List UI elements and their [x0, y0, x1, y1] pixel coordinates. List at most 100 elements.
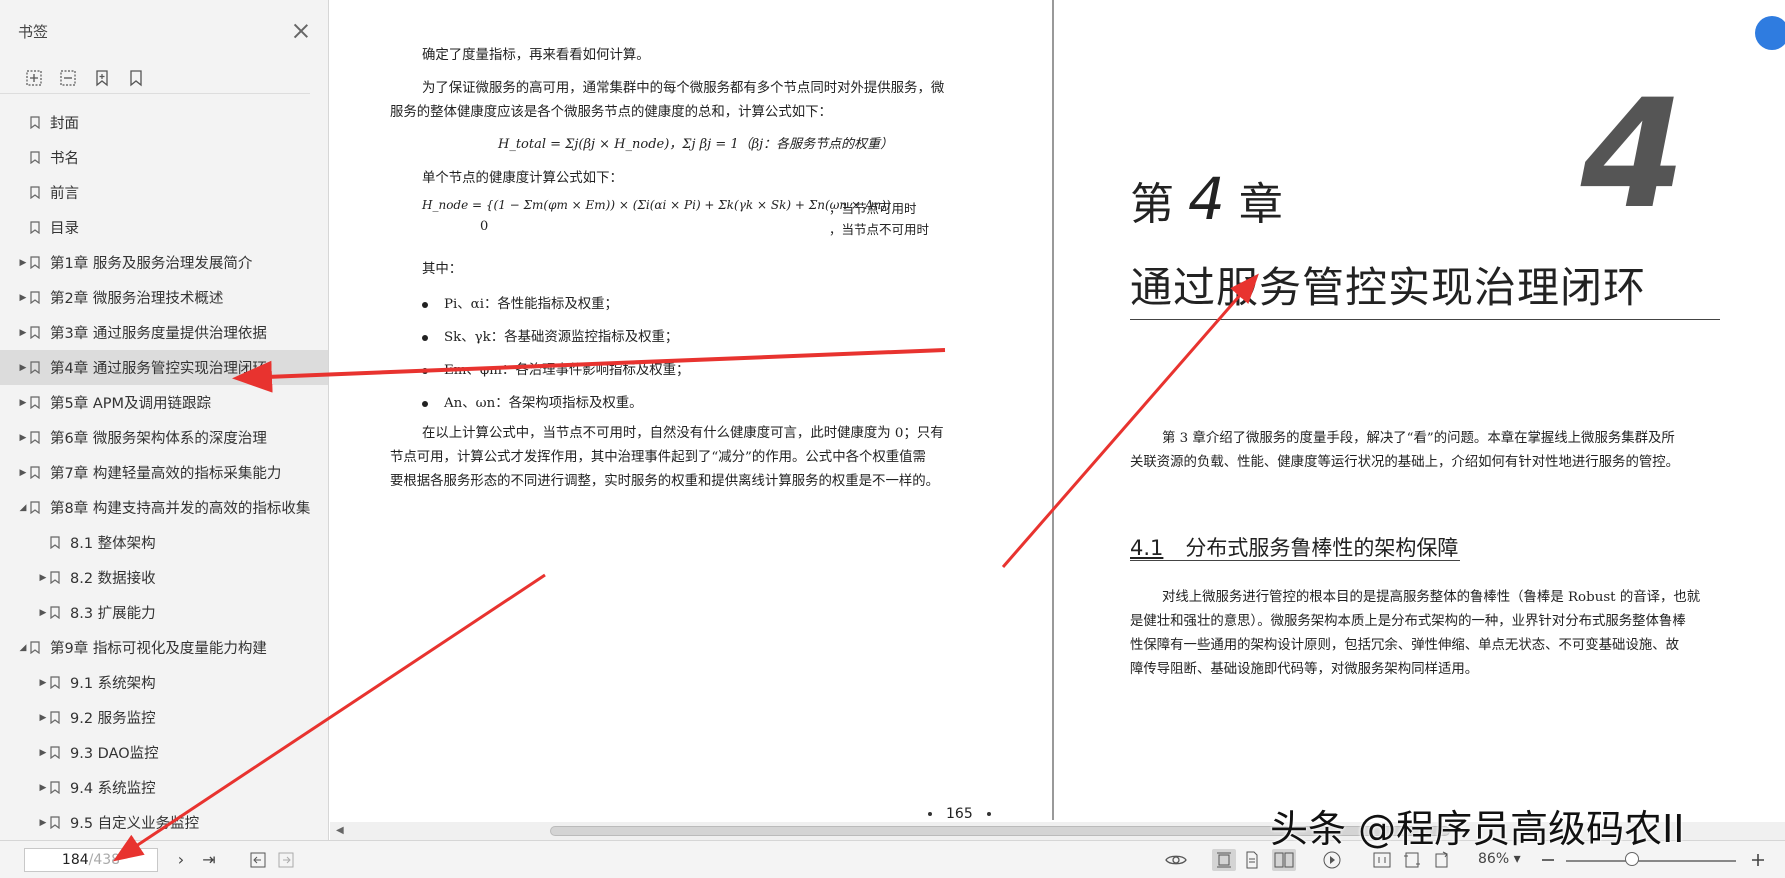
bookmark-item[interactable]: ▶ 第6章 微服务架构体系的深度治理 — [0, 420, 328, 455]
bookmark-label: 9.5 自定义业务监控 — [70, 816, 200, 832]
bookmark-label: 第1章 服务及服务治理发展简介 — [50, 256, 253, 272]
add-bookmark-icon[interactable] — [92, 68, 112, 88]
bookmark-label: 书名 — [50, 151, 79, 167]
document-viewport[interactable]: 确定了度量指标，再来看看如何计算。 为了保证微服务的高可用，通常集群中的每个微服… — [330, 0, 1785, 822]
paragraph: 关联资源的负载、性能、健康度等运行状况的基础上，介绍如何有针对性地进行服务的管控… — [1130, 455, 1680, 470]
paragraph: 第 3 章介绍了微服务的度量手段，解决了“看”的问题。本章在掌握线上微服务集群及… — [1162, 431, 1675, 446]
bookmark-item[interactable]: ▶ 8.3 扩展能力 — [0, 595, 328, 630]
bookmark-item[interactable]: ◢ 第9章 指标可视化及度量能力构建 — [0, 630, 328, 665]
bookmark-item[interactable]: ▶ 9.5 自定义业务监控 — [0, 805, 328, 840]
bookmark-item[interactable]: ▶ 第1章 服务及服务治理发展简介 — [0, 245, 328, 280]
bookmark-item[interactable]: ▶ 第3章 通过服务度量提供治理依据 — [0, 315, 328, 350]
bookmark-label: 目录 — [50, 221, 79, 237]
eye-icon[interactable] — [1164, 849, 1188, 871]
caret-right-icon[interactable]: ▶ — [16, 328, 30, 338]
bookmark-label: 第4章 通过服务管控实现治理闭环 — [50, 361, 267, 377]
divider — [1130, 560, 1460, 561]
bookmark-icon — [50, 781, 60, 795]
bookmark-icon — [30, 361, 40, 375]
bookmark-label: 第8章 构建支持高并发的高效的指标收集 — [50, 501, 311, 517]
caret-right-icon[interactable]: ▶ — [36, 783, 50, 793]
page-number: 165 — [914, 806, 1005, 822]
bookmark-label: 第9章 指标可视化及度量能力构建 — [50, 641, 267, 657]
bookmark-icon[interactable] — [126, 68, 146, 88]
bookmark-item[interactable]: ▶ 第5章 APM及调用链跟踪 — [0, 385, 328, 420]
caret-right-icon[interactable]: ▶ — [36, 678, 50, 688]
caret-right-icon[interactable]: ▶ — [16, 363, 30, 373]
caret-right-icon[interactable]: ▶ — [16, 258, 30, 268]
expand-all-icon[interactable] — [24, 68, 44, 88]
bookmark-item[interactable]: ▶ 8.2 数据接收 — [0, 560, 328, 595]
bookmark-panel: 书签 封面 书名 前言 目录 ▶ 第1章 服务及服务治理发展简介 ▶ 第2章 微服务治理技术概… — [0, 0, 329, 840]
forward-icon[interactable] — [274, 849, 298, 871]
zoom-level-dropdown[interactable]: 86% ▾ — [1478, 851, 1521, 867]
bookmark-icon — [50, 816, 60, 830]
chapter-label: 第 4 章 — [1130, 165, 1283, 233]
formula-condition: ，当节点不可用时 — [829, 222, 930, 237]
bookmark-list: 封面 书名 前言 目录 ▶ 第1章 服务及服务治理发展简介 ▶ 第2章 微服务治理技术概述 ▶ 第… — [0, 105, 328, 840]
caret-down-icon[interactable]: ◢ — [16, 503, 30, 513]
bookmark-item[interactable]: 封面 — [0, 105, 328, 140]
caret-down-icon[interactable]: ◢ — [16, 643, 30, 653]
paragraph: 要根据各服务形态的不同进行调整，实时服务的权重和提供离线计算服务的权重是不一样的… — [390, 474, 940, 489]
collapse-all-icon[interactable] — [58, 68, 78, 88]
bookmark-item[interactable]: ▶ 9.2 服务监控 — [0, 700, 328, 735]
single-page-view-icon[interactable] — [1212, 849, 1236, 871]
next-page-icon[interactable]: › — [170, 849, 192, 871]
caret-right-icon[interactable]: ▶ — [36, 573, 50, 583]
bookmark-item[interactable]: ◢ 第8章 构建支持高并发的高效的指标收集 — [0, 490, 328, 525]
zoom-slider-handle[interactable] — [1625, 852, 1640, 866]
bookmark-icon — [30, 186, 40, 200]
bookmark-label: 第5章 APM及调用链跟踪 — [50, 396, 212, 412]
bookmark-item[interactable]: 书名 — [0, 140, 328, 175]
bookmark-label: 第2章 微服务治理技术概述 — [50, 291, 224, 307]
page-number-input[interactable]: 184/438 — [24, 848, 158, 872]
bookmark-icon — [30, 326, 40, 340]
bookmark-item[interactable]: 前言 — [0, 175, 328, 210]
close-icon[interactable] — [292, 22, 310, 40]
formula-condition: ，当节点可用时 — [829, 201, 917, 216]
caret-right-icon[interactable]: ▶ — [16, 398, 30, 408]
paragraph: 性保障有一些通用的架构设计原则，包括冗余、弹性伸缩、单点无状态、不可变基础设施、… — [1130, 638, 1680, 653]
chapter-title: 通过服务管控实现治理闭环 — [1130, 263, 1647, 312]
caret-right-icon[interactable]: ▶ — [36, 748, 50, 758]
bookmark-label: 8.2 数据接收 — [70, 571, 156, 587]
continuous-page-view-icon[interactable] — [1240, 849, 1264, 871]
chapter-big-number: 4 — [1580, 68, 1685, 242]
list-item: An、ωn：各架构项指标及权重。 — [422, 391, 643, 411]
bookmark-icon — [30, 151, 40, 165]
bookmark-label: 前言 — [50, 186, 79, 202]
caret-right-icon[interactable]: ▶ — [36, 818, 50, 828]
zoom-slider-track[interactable] — [1566, 860, 1736, 862]
bookmark-label: 9.2 服务监控 — [70, 711, 156, 727]
back-icon[interactable] — [246, 849, 270, 871]
caret-right-icon[interactable]: ▶ — [16, 468, 30, 478]
bookmark-item[interactable]: 8.1 整体架构 — [0, 525, 328, 560]
paragraph: 节点可用，计算公式才发挥作用，其中治理事件起到了“减分”的作用。公式中各个权重值… — [390, 450, 926, 465]
caret-right-icon[interactable]: ▶ — [16, 433, 30, 443]
bookmark-item[interactable]: ▶ 9.4 系统监控 — [0, 770, 328, 805]
bookmark-item[interactable]: ▶ 第4章 通过服务管控实现治理闭环 — [0, 350, 328, 385]
caret-right-icon[interactable]: ▶ — [36, 713, 50, 723]
paragraph: 对线上微服务进行管控的根本目的是提高服务整体的鲁棒性（鲁棒是 Robust 的音… — [1162, 590, 1701, 605]
last-page-icon[interactable]: ⇥ — [198, 849, 220, 871]
caret-right-icon[interactable]: ▶ — [36, 608, 50, 618]
floating-assistant-button[interactable] — [1755, 16, 1785, 50]
bookmark-item[interactable]: ▶ 第7章 构建轻量高效的指标采集能力 — [0, 455, 328, 490]
bookmark-item[interactable]: 目录 — [0, 210, 328, 245]
bookmark-item[interactable]: ▶ 第2章 微服务治理技术概述 — [0, 280, 328, 315]
paragraph: 障传导阻断、基础设施即代码等，对微服务架构同样适用。 — [1130, 662, 1479, 677]
bookmark-item[interactable]: ▶ 9.3 DAO监控 — [0, 735, 328, 770]
zoom-in-icon[interactable] — [1746, 849, 1770, 871]
bookmark-icon — [30, 221, 40, 235]
bookmark-label: 8.3 扩展能力 — [70, 606, 156, 622]
bookmark-item[interactable]: ▶ 9.1 系统架构 — [0, 665, 328, 700]
scroll-left-icon[interactable]: ◀ — [336, 825, 344, 836]
bookmark-icon — [50, 711, 60, 725]
paragraph: 是健壮和强壮的意思）。微服务架构本质上是分布式架构的一种，业界针对分布式服务整体… — [1130, 614, 1686, 629]
bookmark-label: 第7章 构建轻量高效的指标采集能力 — [50, 466, 282, 482]
page-chapter-4: 4 第 4 章 通过服务管控实现治理闭环 第 3 章介绍了微服务的度量手段，解决… — [1054, 0, 1785, 820]
caret-right-icon[interactable]: ▶ — [16, 293, 30, 303]
bookmark-label: 第3章 通过服务度量提供治理依据 — [50, 326, 267, 342]
bookmark-icon — [50, 536, 60, 550]
